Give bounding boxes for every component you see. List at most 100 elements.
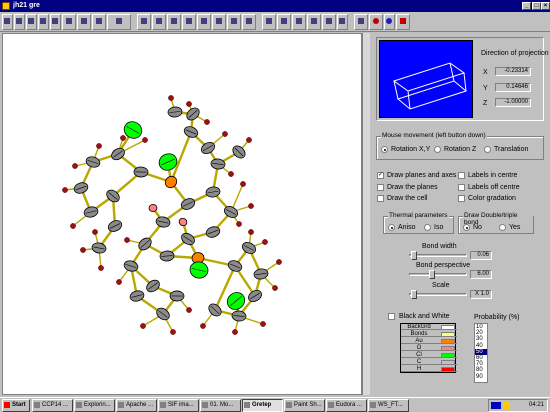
print-button[interactable]: P xyxy=(2,14,13,30)
view-button[interactable]: E.View xyxy=(107,14,131,30)
taskbar-task[interactable]: Paint Sh... xyxy=(284,399,325,412)
iso-radio[interactable] xyxy=(424,224,431,231)
h-atom[interactable] xyxy=(80,247,86,253)
window-close-button[interactable]: × xyxy=(541,2,550,10)
labels-off-centre-checkbox[interactable] xyxy=(458,184,465,191)
bond-button[interactable]: B xyxy=(14,14,25,30)
h-atom[interactable] xyxy=(140,323,146,329)
h-atom[interactable] xyxy=(232,329,238,335)
h-atom[interactable] xyxy=(92,229,98,235)
scale-slider[interactable] xyxy=(409,290,467,299)
h-atom[interactable] xyxy=(142,137,148,143)
export-button[interactable]: E xyxy=(337,14,348,30)
bond-width-slider[interactable] xyxy=(409,251,467,260)
edit-button[interactable]: E xyxy=(38,14,49,30)
taskbar-task[interactable]: Explorin... xyxy=(74,399,115,412)
aniso-radio[interactable] xyxy=(388,224,395,231)
projection-view[interactable] xyxy=(379,40,473,118)
h-atom[interactable] xyxy=(236,221,242,227)
h-atom[interactable] xyxy=(222,131,228,137)
legend-swatch[interactable] xyxy=(441,324,455,330)
legend-swatch[interactable] xyxy=(441,338,455,344)
link-button[interactable] xyxy=(182,14,196,30)
draw-planes-checkbox[interactable] xyxy=(377,184,384,191)
minimize-button[interactable]: _ xyxy=(522,2,531,10)
legend-swatch[interactable] xyxy=(441,331,455,337)
h-atom[interactable] xyxy=(168,95,174,101)
double-bond-yes-radio[interactable] xyxy=(499,224,506,231)
draw-cell-checkbox[interactable] xyxy=(377,195,384,202)
zoom-out-button[interactable] xyxy=(277,14,291,30)
fragment-button[interactable] xyxy=(227,14,241,30)
molecule-button[interactable] xyxy=(212,14,226,30)
translation-radio[interactable] xyxy=(484,146,491,153)
style-button[interactable]: S xyxy=(50,14,61,30)
save-button[interactable]: S xyxy=(26,14,37,30)
measure-button[interactable] xyxy=(307,14,321,30)
h-atom[interactable] xyxy=(96,143,102,149)
select-atom-button[interactable] xyxy=(137,14,151,30)
h-atom[interactable] xyxy=(170,329,176,335)
double-bond-no-radio[interactable] xyxy=(463,224,470,231)
fit-button[interactable] xyxy=(292,14,306,30)
taskbar-task[interactable]: SIF ima... xyxy=(158,399,199,412)
draw-planes-axes-checkbox[interactable]: ✓ xyxy=(377,172,384,179)
taskbar-task[interactable]: WS_FT... xyxy=(368,399,409,412)
h-atom[interactable] xyxy=(200,323,206,329)
arrow-down-button[interactable] xyxy=(77,14,91,30)
probability-item[interactable]: 90 xyxy=(475,374,487,380)
help-button[interactable]: ? xyxy=(384,14,395,30)
bond-perspective-slider[interactable] xyxy=(409,270,467,279)
scale-field[interactable]: X 1.0 xyxy=(470,290,492,299)
legend-row[interactable]: Cl xyxy=(401,352,457,359)
taskbar-task[interactable]: CCP14 ... xyxy=(32,399,73,412)
color-gradation-checkbox[interactable] xyxy=(458,195,465,202)
h-atom[interactable] xyxy=(70,223,76,229)
h-atom[interactable] xyxy=(228,171,234,177)
add-button[interactable] xyxy=(354,14,368,30)
legend-row[interactable]: H xyxy=(401,366,457,373)
color-button[interactable] xyxy=(322,14,336,30)
h-atom[interactable] xyxy=(98,265,104,271)
maximize-button[interactable]: □ xyxy=(532,2,541,10)
h-atom[interactable] xyxy=(246,137,252,143)
taskbar-task[interactable]: Eudora ... xyxy=(326,399,367,412)
o-atom[interactable] xyxy=(178,217,189,227)
h-atom[interactable] xyxy=(248,203,254,209)
legend-row[interactable]: BackGrd xyxy=(401,324,457,331)
o-atom[interactable] xyxy=(148,203,158,213)
vertical-scrollbar[interactable] xyxy=(362,33,370,395)
h-atom[interactable] xyxy=(204,119,210,125)
h-atom[interactable] xyxy=(248,229,254,235)
zoom-in-button[interactable] xyxy=(262,14,276,30)
h-atom[interactable] xyxy=(186,101,192,107)
legend-row[interactable]: Bonds xyxy=(401,331,457,338)
legend-row[interactable]: Au xyxy=(401,338,457,345)
taskbar-task[interactable]: Apache ... xyxy=(116,399,157,412)
legend-swatch[interactable] xyxy=(441,366,455,372)
arrow-up-button[interactable] xyxy=(62,14,76,30)
h-atom[interactable] xyxy=(120,135,126,141)
rotate-button[interactable] xyxy=(197,14,211,30)
h-atom[interactable] xyxy=(72,163,78,169)
label-button[interactable] xyxy=(242,14,256,30)
x-field[interactable]: -0.23314 xyxy=(495,67,531,76)
stop-button[interactable] xyxy=(369,14,383,30)
legend-swatch[interactable] xyxy=(441,345,455,351)
h-atom[interactable] xyxy=(260,321,266,327)
h-atom[interactable] xyxy=(62,187,68,193)
h-atom[interactable] xyxy=(240,181,246,187)
h-atom[interactable] xyxy=(272,285,278,291)
start-button[interactable]: Start xyxy=(2,399,30,412)
close-button[interactable] xyxy=(396,14,410,30)
h-atom[interactable] xyxy=(124,237,130,243)
molecule-canvas[interactable] xyxy=(2,33,362,395)
rotation-xy-radio[interactable] xyxy=(381,146,388,153)
h-atom[interactable] xyxy=(276,259,282,265)
rotation-z-radio[interactable] xyxy=(434,146,441,153)
legend-row[interactable]: C xyxy=(401,359,457,366)
z-field[interactable]: -1.00000 xyxy=(495,98,531,107)
legend-row[interactable]: O xyxy=(401,345,457,352)
legend-swatch[interactable] xyxy=(441,359,455,365)
h-atom[interactable] xyxy=(116,279,122,285)
